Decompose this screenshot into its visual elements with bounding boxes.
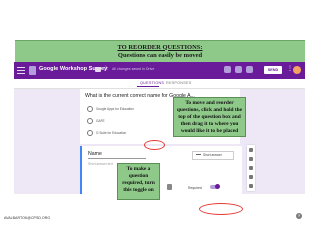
- radio-icon: [87, 118, 93, 124]
- preview-icon[interactable]: [235, 66, 242, 73]
- option-2[interactable]: GAFE: [87, 118, 105, 124]
- avatar[interactable]: [293, 66, 301, 74]
- toggle-highlight: [199, 203, 243, 215]
- add-question-icon[interactable]: [249, 148, 253, 152]
- reorder-callout: To move and reorder questions, click and…: [173, 97, 246, 137]
- save-status: All changes saved in Drive: [112, 67, 155, 71]
- question-type-label: Short answer: [203, 153, 222, 157]
- question-type-select[interactable]: Short answer: [192, 151, 234, 160]
- settings-icon[interactable]: [246, 66, 253, 73]
- add-section-icon[interactable]: [249, 184, 253, 188]
- tab-bar: QUESTIONS RESPONSES: [14, 79, 305, 89]
- option-label: G Suite for Education: [96, 131, 127, 135]
- add-video-icon[interactable]: [249, 175, 253, 179]
- forms-app-bar: Google Workshop Survey ☆ All changes sav…: [14, 62, 305, 79]
- add-image-icon[interactable]: [249, 166, 253, 170]
- delete-icon[interactable]: [167, 184, 172, 190]
- tab-questions[interactable]: QUESTIONS: [140, 81, 164, 85]
- required-label: Required: [188, 186, 202, 190]
- palette-icon[interactable]: [224, 66, 231, 73]
- star-icon[interactable]: ☆: [103, 64, 109, 72]
- option-3[interactable]: G Suite for Education: [87, 130, 126, 136]
- tutorial-slide: TO REORDER QUESTIONS: Questions can easi…: [0, 0, 320, 240]
- radio-icon: [87, 130, 93, 136]
- title-banner: TO REORDER QUESTIONS: Questions can easi…: [15, 40, 305, 63]
- option-label: Google Apps for Education: [96, 107, 134, 111]
- required-toggle[interactable]: [210, 184, 220, 189]
- short-answer-icon: [196, 154, 201, 156]
- send-button[interactable]: SEND: [264, 66, 282, 74]
- banner-heading: TO REORDER QUESTIONS:: [117, 43, 203, 51]
- title-underline: [88, 158, 146, 159]
- answer-placeholder: Short answer text: [88, 162, 113, 166]
- side-toolbar: [247, 145, 255, 191]
- tab-responses[interactable]: RESPONSES: [166, 81, 191, 85]
- active-tab-indicator: [137, 86, 159, 87]
- forms-icon: [29, 66, 36, 75]
- required-callout: To make a question required, turn this t…: [117, 163, 160, 200]
- drag-handle-highlight: [144, 140, 165, 150]
- radio-icon: [87, 106, 93, 112]
- footer-email: AVALBARTOK@CPSD.ORG: [4, 216, 51, 220]
- banner-subheading: Questions can easily be moved: [117, 51, 203, 59]
- option-label: GAFE: [96, 119, 105, 123]
- add-title-icon[interactable]: [249, 157, 253, 161]
- menu-icon[interactable]: [17, 67, 25, 74]
- folder-icon[interactable]: [95, 67, 101, 72]
- help-icon[interactable]: ?: [296, 213, 302, 219]
- option-1[interactable]: Google Apps for Education: [87, 106, 134, 112]
- question-title-field[interactable]: Name: [88, 151, 102, 157]
- name-question-card[interactable]: Name Short answer text Short answer Requ…: [80, 146, 242, 194]
